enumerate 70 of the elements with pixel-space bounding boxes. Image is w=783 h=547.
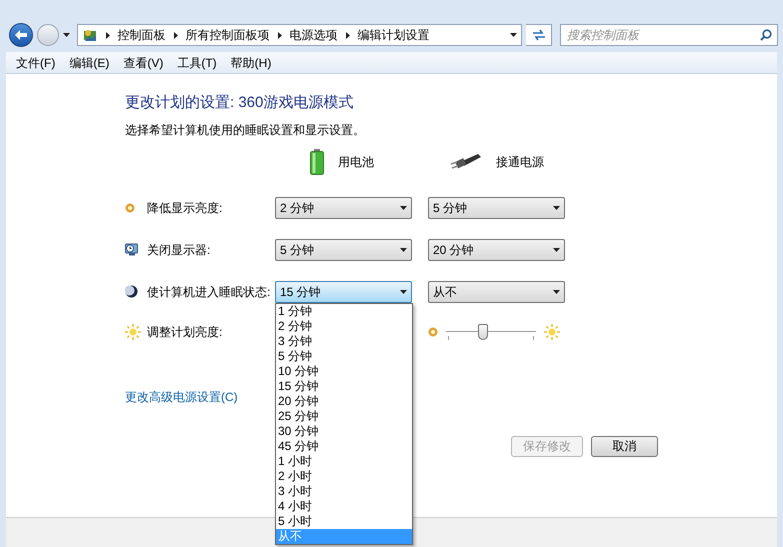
dropdown-select[interactable]: 2 分钟 — [275, 196, 412, 218]
dropdown-select[interactable]: 15 分钟 — [275, 280, 412, 302]
caret-icon — [553, 290, 560, 294]
dropdown-option[interactable]: 5 小时 — [276, 514, 412, 529]
breadcrumb-item[interactable]: 控制面板 — [118, 26, 166, 44]
dropdown-option[interactable]: 2 分钟 — [276, 319, 412, 334]
chevron-right-icon — [174, 32, 178, 38]
power-plug-icon — [450, 152, 482, 172]
brightness-slider[interactable] — [446, 322, 536, 342]
address-caret-icon — [510, 33, 518, 37]
caret-icon — [553, 206, 560, 210]
setting-label: 调整计划亮度: — [147, 324, 224, 340]
chevron-right-icon — [346, 32, 350, 38]
dropdown-option[interactable]: 25 分钟 — [276, 409, 412, 424]
chevron-right-icon — [278, 32, 282, 38]
sun-icon — [125, 324, 141, 340]
search-icon — [760, 29, 772, 41]
sun-icon — [125, 202, 135, 212]
column-heading: 用电池 — [338, 154, 374, 170]
breadcrumb-item[interactable]: 所有控制面板项 — [186, 26, 270, 44]
caret-icon — [400, 248, 407, 252]
menu-item[interactable]: 文件(F) — [16, 54, 56, 72]
caret-icon — [400, 206, 407, 210]
dropdown-option[interactable]: 3 小时 — [276, 484, 412, 499]
breadcrumb-item[interactable]: 电源选项 — [290, 26, 338, 44]
dropdown-option[interactable]: 1 分钟 — [276, 304, 412, 319]
setting-label: 关闭显示器: — [147, 242, 212, 258]
dropdown-select[interactable]: 5 分钟 — [428, 196, 565, 218]
menu-item[interactable]: 帮助(H) — [230, 54, 272, 72]
history-caret-icon — [62, 33, 70, 37]
menu-item[interactable]: 查看(V) — [123, 54, 164, 72]
slider-thumb[interactable] — [478, 324, 488, 340]
setting-label: 使计算机进入睡眠状态: — [147, 284, 272, 300]
chevron-right-icon — [106, 32, 110, 38]
search-field[interactable]: 搜索控制面板 — [560, 24, 778, 46]
dropdown-option[interactable]: 3 分钟 — [276, 334, 412, 349]
dropdown-option[interactable]: 30 分钟 — [276, 424, 412, 439]
control-panel-icon — [82, 27, 98, 43]
menu-item[interactable]: 工具(T) — [177, 54, 217, 72]
refresh-icon — [532, 29, 546, 41]
moon-icon — [125, 285, 138, 298]
address-bar[interactable]: 控制面板 所有控制面板项 电源选项 编辑计划设置 — [76, 24, 522, 46]
dropdown-option[interactable]: 1 小时 — [276, 454, 412, 469]
dropdown-option[interactable]: 4 小时 — [276, 499, 412, 514]
clock-monitor-icon — [125, 243, 139, 256]
page-description: 选择希望计算机使用的睡眠设置和显示设置。 — [125, 122, 366, 138]
page-title: 更改计划的设置: 360游戏电源模式 — [125, 93, 354, 113]
dropdown-option[interactable]: 15 分钟 — [276, 379, 412, 394]
sun-icon — [544, 324, 560, 340]
dropdown-select[interactable]: 从不 — [428, 280, 565, 302]
sun-icon — [428, 326, 438, 336]
back-arrow-icon — [14, 30, 27, 40]
back-button[interactable] — [9, 23, 33, 47]
refresh-button[interactable] — [526, 24, 552, 46]
dropdown-option[interactable]: 5 分钟 — [276, 349, 412, 364]
dropdown-select[interactable]: 20 分钟 — [428, 238, 565, 260]
dropdown-option[interactable]: 45 分钟 — [276, 439, 412, 454]
column-heading: 接通电源 — [496, 154, 544, 170]
dropdown-option[interactable]: 10 分钟 — [276, 364, 412, 379]
caret-icon — [553, 248, 560, 252]
setting-label: 降低显示亮度: — [147, 200, 224, 216]
breadcrumb-item[interactable]: 编辑计划设置 — [358, 26, 430, 44]
advanced-settings-link[interactable]: 更改高级电源设置(C) — [125, 388, 238, 406]
menu-item[interactable]: 编辑(E) — [69, 54, 110, 72]
caret-icon — [400, 290, 407, 294]
dropdown-select[interactable]: 5 分钟 — [275, 238, 412, 260]
battery-icon — [310, 148, 324, 174]
cancel-button[interactable]: 取消 — [591, 436, 658, 456]
dropdown-option[interactable]: 2 小时 — [276, 469, 412, 484]
dropdown-option[interactable]: 20 分钟 — [276, 394, 412, 409]
